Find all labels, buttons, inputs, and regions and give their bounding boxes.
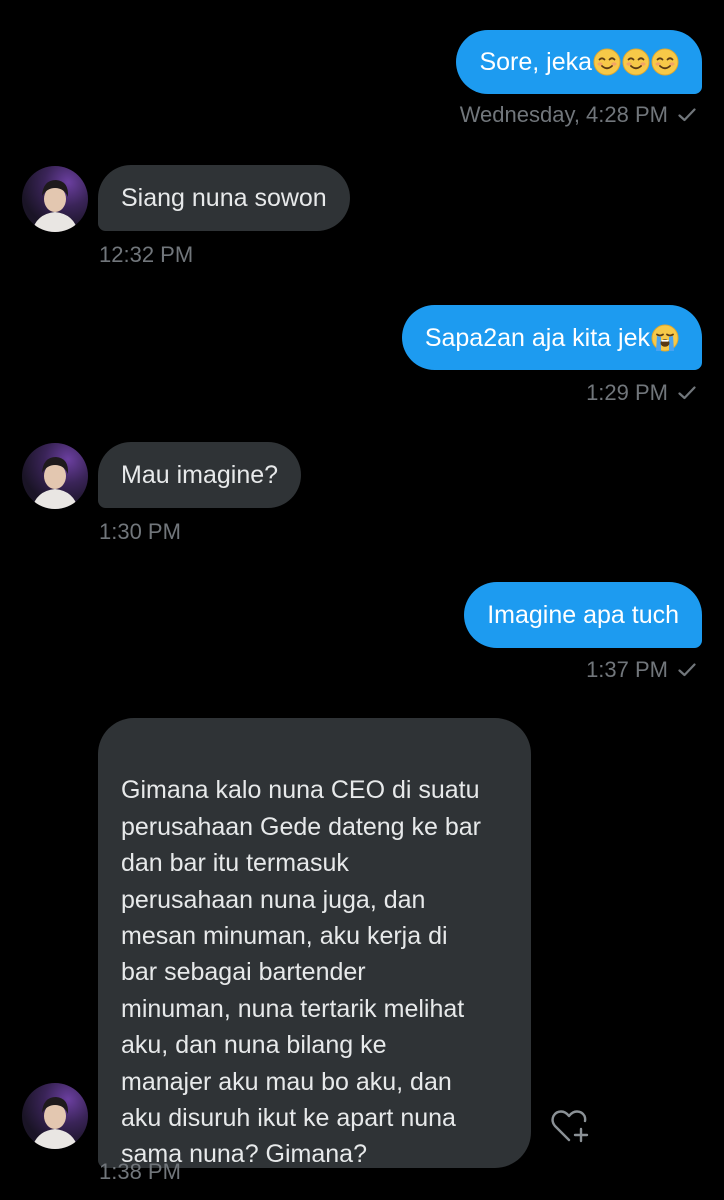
outgoing-message-bubble[interactable]: Imagine apa tuch xyxy=(464,582,702,648)
message-meta: 1:37 PM xyxy=(586,657,696,683)
message-text: Siang nuna sowon xyxy=(121,184,327,212)
message-meta: Wednesday, 4:28 PM xyxy=(460,102,696,128)
message-timestamp: 1:29 PM xyxy=(586,380,668,405)
avatar[interactable] xyxy=(22,1083,88,1149)
incoming-message-bubble[interactable]: Mau imagine? xyxy=(98,442,302,508)
message-text: Sapa2an aja kita jek xyxy=(424,323,650,352)
message-text: Sore, jeka xyxy=(479,48,592,76)
smiling-face-icon xyxy=(651,48,679,76)
loudly-crying-face-icon xyxy=(651,324,679,351)
avatar[interactable] xyxy=(22,166,88,232)
incoming-message-bubble[interactable]: Gimana kalo nuna CEO di suatu perusahaan… xyxy=(98,718,531,1168)
message-meta: 1:29 PM xyxy=(586,380,696,406)
message-timestamp: 1:30 PM xyxy=(99,519,181,544)
message-timestamp: Wednesday, 4:28 PM xyxy=(459,102,668,127)
sent-check-icon xyxy=(678,386,696,400)
smiling-face-icon xyxy=(622,48,650,76)
smiling-face-icon xyxy=(593,48,621,76)
outgoing-message-bubble[interactable]: Sore, jeka xyxy=(456,30,702,94)
message-text: Gimana kalo nuna CEO di suatu perusahaan… xyxy=(121,776,481,1169)
message-timestamp: 1:38 PM xyxy=(99,1159,181,1184)
message-timestamp: 1:37 PM xyxy=(586,657,668,682)
message-text: Mau imagine? xyxy=(121,461,279,489)
message-timestamp: 12:32 PM xyxy=(99,242,194,267)
sent-check-icon xyxy=(678,108,696,122)
outgoing-message-bubble[interactable]: Sapa2an aja kita jek xyxy=(401,305,702,370)
avatar[interactable] xyxy=(22,443,88,509)
incoming-message-bubble[interactable]: Siang nuna sowon xyxy=(98,165,350,231)
add-reaction-heart-icon[interactable] xyxy=(550,1108,590,1144)
message-text: Imagine apa tuch xyxy=(487,601,679,629)
sent-check-icon xyxy=(678,663,696,677)
